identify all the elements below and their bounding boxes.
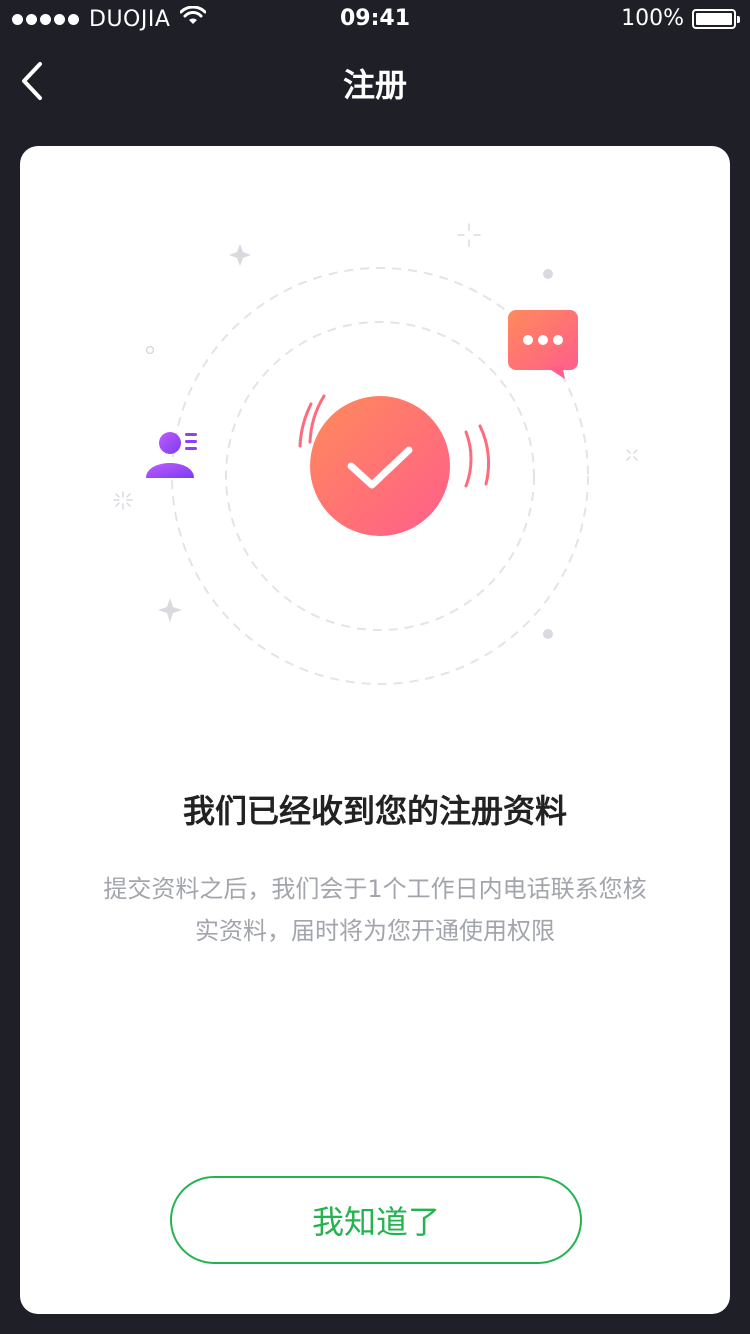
confirmation-card: 我们已经收到您的注册资料 提交资料之后，我们会于1个工作日内电话联系您核实资料，… [20,146,730,1314]
success-illustration [113,223,638,685]
acknowledge-button[interactable]: 我知道了 [170,1176,582,1264]
success-description: 提交资料之后，我们会于1个工作日内电话联系您核实资料，届时将为您开通使用权限 [103,875,647,945]
status-right: 100% [621,6,740,31]
chat-bubble-icon [508,310,578,379]
battery-percent: 100% [621,6,684,31]
page-title: 注册 [342,66,407,104]
check-icon [310,396,450,536]
nav-bar: 注册 [0,40,750,128]
success-headline: 我们已经收到您的注册资料 [182,792,567,830]
status-bar: DUOJIA 09:41 100% [0,0,750,40]
user-card-icon [146,432,197,478]
battery-icon [692,8,740,29]
